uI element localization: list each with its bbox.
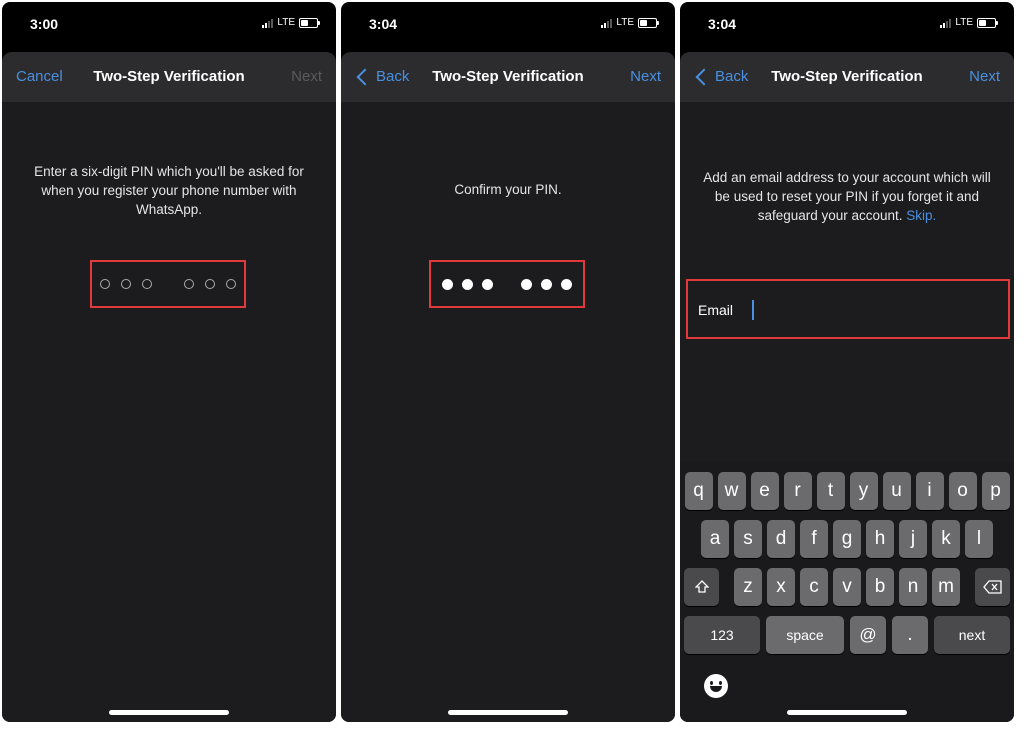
shift-arrow-icon xyxy=(694,580,709,593)
phone-screen-1: 3:00 LTE Cancel Two-Step Verification Ne… xyxy=(2,2,336,722)
page-title: Two-Step Verification xyxy=(432,68,584,85)
pin-digit-6 xyxy=(561,278,572,290)
instruction-text: Confirm your PIN. xyxy=(454,182,562,197)
backspace-icon xyxy=(982,580,1002,594)
skip-link[interactable]: Skip. xyxy=(906,208,936,223)
key-l[interactable]: l xyxy=(965,520,993,558)
key-n[interactable]: n xyxy=(899,568,927,606)
key-c[interactable]: c xyxy=(800,568,828,606)
key-b[interactable]: b xyxy=(866,568,894,606)
status-bar: 3:00 LTE xyxy=(2,2,336,50)
pin-digit-5 xyxy=(205,279,215,289)
pin-digit-3 xyxy=(142,279,152,289)
key-f[interactable]: f xyxy=(800,520,828,558)
network-label: LTE xyxy=(955,17,973,28)
key-p[interactable]: p xyxy=(981,472,1010,510)
pin-digit-4 xyxy=(184,279,194,289)
status-bar: 3:04 LTE xyxy=(680,2,1014,50)
instruction-text: Enter a six-digit PIN which you'll be as… xyxy=(34,164,304,217)
home-indicator[interactable] xyxy=(787,710,907,715)
nav-bar: Cancel Two-Step Verification Next xyxy=(2,52,336,102)
key-j[interactable]: j xyxy=(899,520,927,558)
sheet: Back Two-Step Verification Next Confirm … xyxy=(341,52,675,722)
at-key[interactable]: @ xyxy=(850,616,886,654)
pin-digit-4 xyxy=(521,278,532,290)
numbers-key[interactable]: 123 xyxy=(684,616,760,654)
pin-digit-2 xyxy=(462,278,473,290)
home-indicator[interactable] xyxy=(109,710,229,715)
text-cursor xyxy=(752,300,754,320)
pin-confirm-input[interactable] xyxy=(429,260,585,308)
delete-key[interactable] xyxy=(975,568,1010,606)
pin-digit-6 xyxy=(226,279,236,289)
battery-icon xyxy=(299,17,320,28)
sheet: Cancel Two-Step Verification Next Enter … xyxy=(2,52,336,722)
nav-bar: Back Two-Step Verification Next xyxy=(341,52,675,102)
email-label: Email xyxy=(698,302,734,318)
pin-digit-5 xyxy=(541,278,552,290)
key-e[interactable]: e xyxy=(750,472,779,510)
key-h[interactable]: h xyxy=(866,520,894,558)
next-button[interactable]: Next xyxy=(630,68,661,85)
key-w[interactable]: w xyxy=(717,472,746,510)
key-s[interactable]: s xyxy=(734,520,762,558)
key-d[interactable]: d xyxy=(767,520,795,558)
next-button[interactable]: Next xyxy=(291,68,322,85)
battery-icon xyxy=(977,17,998,28)
key-r[interactable]: r xyxy=(783,472,812,510)
phone-screen-3: 3:04 LTE Back Two-Step Verification Next… xyxy=(680,2,1014,722)
network-label: LTE xyxy=(616,17,634,28)
sheet: Back Two-Step Verification Next Add an e… xyxy=(680,52,1014,722)
battery-icon xyxy=(638,17,659,28)
key-a[interactable]: a xyxy=(701,520,729,558)
key-k[interactable]: k xyxy=(932,520,960,558)
phone-screen-2: 3:04 LTE Back Two-Step Verification Next… xyxy=(341,2,675,722)
key-m[interactable]: m xyxy=(932,568,960,606)
key-q[interactable]: q xyxy=(684,472,713,510)
dot-key[interactable]: . xyxy=(892,616,928,654)
home-indicator[interactable] xyxy=(448,710,568,715)
key-o[interactable]: o xyxy=(948,472,977,510)
pin-input[interactable] xyxy=(90,260,246,308)
status-time: 3:00 xyxy=(30,16,59,32)
key-y[interactable]: y xyxy=(849,472,878,510)
key-t[interactable]: t xyxy=(816,472,845,510)
pin-digit-1 xyxy=(100,279,110,289)
pin-digit-1 xyxy=(442,278,453,290)
shift-key[interactable] xyxy=(684,568,719,606)
page-title: Two-Step Verification xyxy=(93,68,245,85)
email-field[interactable]: Email xyxy=(686,279,1010,339)
instruction-text: Add an email address to your account whi… xyxy=(700,168,994,225)
next-button[interactable]: Next xyxy=(969,68,1000,85)
network-label: LTE xyxy=(277,17,295,28)
key-g[interactable]: g xyxy=(833,520,861,558)
status-time: 3:04 xyxy=(708,16,737,32)
nav-bar: Back Two-Step Verification Next xyxy=(680,52,1014,102)
emoji-icon[interactable] xyxy=(704,674,728,698)
key-z[interactable]: z xyxy=(734,568,762,606)
pin-digit-2 xyxy=(121,279,131,289)
key-u[interactable]: u xyxy=(882,472,911,510)
signal-icon xyxy=(262,18,274,28)
keyboard: qwertyuiop asdfghjkl zxcvbnm 123 space @… xyxy=(680,462,1014,722)
signal-icon xyxy=(940,18,952,28)
status-bar: 3:04 LTE xyxy=(341,2,675,50)
status-time: 3:04 xyxy=(369,16,398,32)
signal-icon xyxy=(601,18,613,28)
next-key[interactable]: next xyxy=(934,616,1010,654)
pin-digit-3 xyxy=(482,278,493,290)
key-x[interactable]: x xyxy=(767,568,795,606)
key-v[interactable]: v xyxy=(833,568,861,606)
page-title: Two-Step Verification xyxy=(771,68,923,85)
space-key[interactable]: space xyxy=(766,616,844,654)
key-i[interactable]: i xyxy=(915,472,944,510)
instruction-body: Add an email address to your account whi… xyxy=(703,170,991,223)
